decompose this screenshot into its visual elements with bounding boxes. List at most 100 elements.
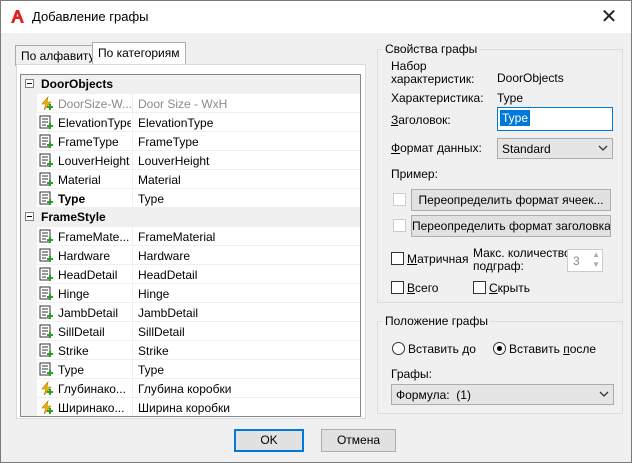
property-name: SillDetail [58,325,105,339]
property-row[interactable]: HeadDetail HeadDetail [21,265,360,284]
property-name: LouverHeight [58,154,130,168]
category-row[interactable]: FrameStyle [21,208,360,227]
column-divider [132,265,133,284]
row-gutter [21,94,37,113]
property-row[interactable]: Глубинако... Глубина коробки [21,379,360,398]
property-icon [39,343,54,358]
chevron-down-icon [598,145,608,151]
column-divider [132,132,133,151]
property-row[interactable]: FrameType FrameType [21,132,360,151]
collapse-toggle-icon[interactable] [25,212,34,221]
ok-button[interactable]: OK [234,429,304,452]
property-icon [39,153,54,168]
row-gutter [21,360,37,379]
title-bar: Добавление графы ✕ [1,1,631,33]
max-subcols-label: Макс. количество подграф: [473,246,571,273]
property-icon [39,324,54,339]
data-format-label: Формат данных: [391,141,482,155]
formula-icon [39,399,54,415]
property-name: FrameType [58,135,119,149]
property-row[interactable]: Ширинако... Ширина коробки [21,398,360,416]
property-icon [39,286,54,301]
property-icon [39,172,54,187]
property-icon [39,134,54,149]
insert-before-radio[interactable] [392,342,405,355]
property-row[interactable]: JambDetail JambDetail [21,303,360,322]
override-cell-format-button[interactable]: Переопределить формат ячеек... [411,189,611,211]
row-gutter [21,113,37,132]
heading-input-value: Type [500,110,531,126]
property-value: ElevationType [138,116,214,130]
close-icon[interactable]: ✕ [597,5,621,29]
insert-after-label: Вставить после [509,342,597,356]
column-divider [132,227,133,246]
property-name: Ширинако... [58,401,125,415]
total-checkbox[interactable] [391,281,404,294]
property-value: Type [497,91,524,105]
property-value: Type [138,363,165,377]
property-set-value: DoorObjects [497,71,564,85]
tab-alphabetical[interactable]: По алфавиту [15,45,101,66]
property-row[interactable]: LouverHeight LouverHeight [21,151,360,170]
column-position-title: Положение графы [383,314,490,328]
property-name: JambDetail [58,306,119,320]
column-divider [132,398,133,416]
property-name: FrameMate... [58,230,130,244]
column-divider [132,284,133,303]
category-row[interactable]: DoorObjects [21,75,360,94]
column-divider [132,170,133,189]
row-gutter [21,132,37,151]
property-row[interactable]: Hardware Hardware [21,246,360,265]
property-value: HeadDetail [138,268,198,282]
heading-label: Заголовок: [391,113,451,127]
matrix-checkbox[interactable] [391,252,404,265]
property-row[interactable]: Hinge Hinge [21,284,360,303]
property-value: FrameMaterial [138,230,216,244]
property-row[interactable]: Type Type [21,360,360,379]
property-row[interactable]: DoorSize-W... Door Size - WxH [21,94,360,113]
column-divider [132,322,133,341]
property-value: Ширина коробки [138,401,230,415]
column-select-value: Формула: (1) [396,388,471,402]
row-gutter [21,322,37,341]
row-gutter [21,246,37,265]
row-gutter [21,398,37,416]
property-row[interactable]: ElevationType ElevationType [21,113,360,132]
data-format-value: Standard [502,142,551,156]
heading-input[interactable]: Type [497,107,613,131]
row-gutter [21,227,37,246]
property-value: Door Size - WxH [138,97,228,111]
cancel-button[interactable]: Отмена [321,429,396,452]
property-row[interactable]: FrameMate... FrameMaterial [21,227,360,246]
property-name: DoorSize-W... [58,97,131,111]
column-select[interactable]: Формула: (1) [391,384,614,405]
property-name: Hinge [58,287,90,301]
column-properties-title: Свойства графы [383,42,480,56]
property-row[interactable]: Type Type [21,189,360,208]
total-label: Всего [407,281,439,295]
example-label: Пример: [391,167,438,181]
property-value: LouverHeight [138,154,210,168]
property-value: Material [138,173,181,187]
property-row[interactable]: SillDetail SillDetail [21,322,360,341]
tab-categorized[interactable]: По категориям [92,42,186,66]
column-divider [132,113,133,132]
property-value: SillDetail [138,325,185,339]
insert-after-radio[interactable] [493,342,506,355]
property-icon [39,267,54,282]
column-divider [132,94,133,113]
property-value: FrameType [138,135,199,149]
override-header-format-button[interactable]: Переопределить формат заголовка... [411,215,611,237]
property-grid[interactable]: DoorObjects DoorSize-W... Door Size - WxH E… [20,74,361,417]
row-gutter [21,284,37,303]
property-row[interactable]: Strike Strike [21,341,360,360]
formula-icon [39,95,54,111]
property-name: HeadDetail [58,268,118,282]
property-name: Type [58,363,85,377]
column-divider [132,303,133,322]
collapse-toggle-icon[interactable] [25,79,34,88]
hide-checkbox[interactable] [473,281,486,294]
property-row[interactable]: Material Material [21,170,360,189]
data-format-select[interactable]: Standard [497,138,613,159]
property-icon [39,305,54,320]
